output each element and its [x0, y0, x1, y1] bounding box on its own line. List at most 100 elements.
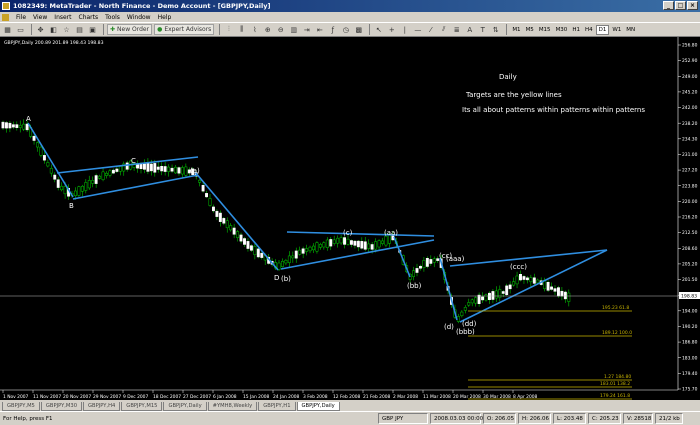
tester-icon[interactable]: ▣ [87, 24, 98, 35]
text-icon[interactable]: A [464, 24, 475, 35]
timeframe-m15[interactable]: M15 [537, 25, 553, 35]
label-icon[interactable]: T [477, 24, 488, 35]
wave-label-d[interactable]: D [274, 274, 279, 282]
timeframe-h4[interactable]: H4 [583, 25, 595, 35]
tile-windows-icon[interactable]: ▥ [288, 24, 299, 35]
new-order-button[interactable]: ✚ New Order [107, 24, 153, 35]
candle-body [360, 241, 364, 249]
menu-view[interactable]: View [33, 14, 47, 21]
channel-icon[interactable]: ⫽ [438, 24, 449, 35]
tab-gbpjpy-m30[interactable]: GBPJPY,M30 [40, 402, 83, 411]
trendline-b-lower[interactable] [72, 174, 199, 200]
document-icon[interactable] [2, 13, 9, 21]
candle-body [281, 261, 284, 267]
menu-file[interactable]: File [16, 14, 26, 21]
wave-label-c-paren[interactable]: (c) [343, 229, 353, 237]
wave-label-a-paren[interactable]: (a) [190, 167, 200, 175]
minimize-button[interactable]: _ [663, 1, 674, 10]
profiles-icon[interactable]: ▭ [15, 24, 26, 35]
zoom-out-icon[interactable]: ⊖ [275, 24, 286, 35]
app-icon [2, 2, 10, 10]
tab-ymh8-weekly[interactable]: #YMH8,Weekly [207, 402, 258, 411]
tab-gbpjpy-m15[interactable]: GBPJPY,M15 [121, 402, 163, 411]
candle-body [239, 234, 243, 242]
menu-charts[interactable]: Charts [79, 14, 99, 21]
menu-window[interactable]: Window [127, 14, 151, 21]
maximize-button[interactable]: □ [675, 1, 686, 10]
vertical-line-icon[interactable]: | [399, 24, 410, 35]
candlestick-icon[interactable]: ⫼ [236, 24, 247, 35]
wave-label-dd[interactable]: (dd) [462, 320, 477, 328]
price-tick-label: 183.00 [682, 355, 698, 361]
data-window-icon[interactable]: ◧ [48, 24, 59, 35]
timeframe-m30[interactable]: M30 [554, 25, 570, 35]
note-patterns: Its all about patterns within patterns w… [462, 106, 645, 114]
market-watch-icon[interactable]: ✥ [35, 24, 46, 35]
trendline-cc-d[interactable] [439, 257, 458, 321]
wave-label-c[interactable]: C [131, 157, 136, 165]
candle-body [322, 242, 326, 248]
close-button[interactable]: × [687, 1, 698, 10]
new-chart-icon[interactable]: ▦ [2, 24, 13, 35]
horizontal-line-icon[interactable]: — [412, 24, 423, 35]
autoscroll-icon[interactable]: ⇥ [301, 24, 312, 35]
candle-body [94, 175, 98, 184]
timeframe-m5[interactable]: M5 [524, 25, 536, 35]
wave-label-bb[interactable]: (bb) [407, 282, 422, 290]
wave-label-b[interactable]: B [69, 202, 74, 210]
menu-help[interactable]: Help [158, 14, 172, 21]
arrows-icon[interactable]: ⇅ [490, 24, 501, 35]
trendline-d-upper[interactable] [286, 231, 435, 237]
candle-body [229, 225, 233, 231]
timeframe-w1[interactable]: W1 [610, 25, 623, 35]
zoom-in-icon[interactable]: ⊕ [262, 24, 273, 35]
candle-body [474, 297, 478, 304]
indicators-icon[interactable]: ƒ [327, 24, 338, 35]
wave-label-b-paren[interactable]: (b) [281, 275, 291, 283]
cursor-icon[interactable]: ↖ [373, 24, 384, 35]
trendline-a-b[interactable] [27, 122, 74, 198]
wave-label-a[interactable]: A [26, 115, 31, 123]
tab-gbpjpy-daily-1[interactable]: GBPJPY,Daily [163, 402, 207, 411]
timeframe-mn[interactable]: MN [624, 25, 637, 35]
trendline-aa-bb[interactable] [393, 236, 411, 278]
bar-chart-icon[interactable]: ⫶ [223, 24, 234, 35]
candle-body [74, 190, 77, 196]
tab-gbpjpy-daily-active[interactable]: GBPJPY,Daily [296, 402, 340, 411]
candle-body [46, 162, 50, 167]
crosshair-icon[interactable]: + [386, 24, 397, 35]
tab-gbpjpy-h4[interactable]: GBPJPY,H4 [83, 402, 121, 411]
tab-gbpjpy-m5[interactable]: GBPJPY,M5 [2, 402, 40, 411]
periods-icon[interactable]: ◷ [340, 24, 351, 35]
menu-insert[interactable]: Insert [54, 14, 71, 21]
expert-advisors-button[interactable]: ● Expert Advisors [154, 24, 215, 35]
tab-gbpjpy-h1[interactable]: GBPJPY,H1 [258, 402, 296, 411]
candle-body [525, 277, 529, 281]
fibonacci-icon[interactable]: ≣ [451, 24, 462, 35]
wave-label-bbb[interactable]: (bbb) [456, 328, 475, 336]
candle-body [546, 281, 550, 291]
wave-label-ccc[interactable]: (ccc) [510, 263, 527, 271]
trendline-a-d[interactable] [194, 171, 279, 271]
price-chart[interactable]: 195.23 61.8 189.12 100.0 1.27 184.80 183… [0, 37, 700, 400]
navigator-icon[interactable]: ☆ [61, 24, 72, 35]
line-chart-icon[interactable]: ⌇ [249, 24, 260, 35]
candle-body [260, 252, 264, 258]
terminal-icon[interactable]: ▤ [74, 24, 85, 35]
toolbar-separator [369, 24, 371, 35]
menu-tools[interactable]: Tools [105, 14, 120, 21]
trendline-icon[interactable]: ⁄ [425, 24, 436, 35]
trendline-ccc-upper[interactable] [449, 249, 608, 267]
timeframe-h1[interactable]: H1 [570, 25, 582, 35]
templates-icon[interactable]: ▩ [353, 24, 364, 35]
wave-label-aaa[interactable]: (aaa) [446, 255, 465, 263]
wave-label-d-paren[interactable]: (d) [444, 323, 454, 331]
candle-body [170, 167, 174, 172]
timeframe-d1[interactable]: D1 [595, 24, 610, 35]
candle-body [419, 265, 422, 269]
wave-label-aa[interactable]: (aa) [384, 229, 398, 237]
candle-body [332, 239, 336, 244]
chart-shift-icon[interactable]: ⇤ [314, 24, 325, 35]
chart-canvas[interactable]: 195.23 61.8 189.12 100.0 1.27 184.80 183… [0, 37, 700, 400]
timeframe-m1[interactable]: M1 [510, 25, 522, 35]
